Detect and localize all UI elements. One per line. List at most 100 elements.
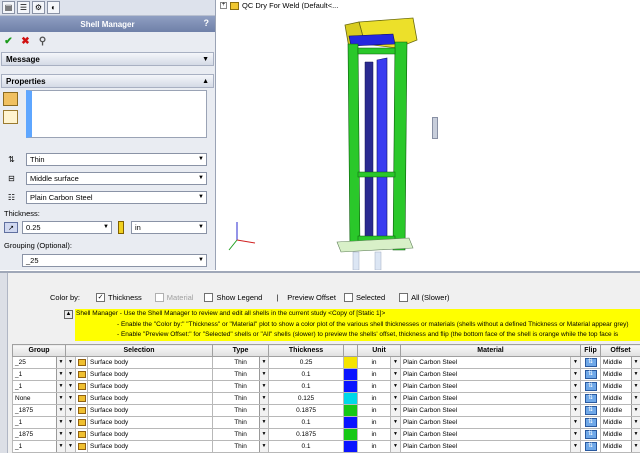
group-cell[interactable]: _1 ▼ (12, 368, 66, 381)
material-checkbox[interactable] (154, 292, 164, 302)
type-cell[interactable]: Thin ▼ (212, 428, 270, 441)
thickness-cell[interactable]: 0.1875 (268, 404, 345, 417)
show-legend-checkbox[interactable] (204, 292, 214, 302)
pushpin-icon[interactable]: ⚲ (37, 36, 48, 47)
material-cell[interactable]: Plain Carbon Steel (400, 368, 572, 381)
chevron-down-icon[interactable]: ▼ (66, 369, 75, 380)
collapse-chevron-icon[interactable]: ▲ (202, 78, 209, 85)
flip-icon[interactable]: ⇅ (584, 370, 597, 379)
unit-dropdown-cell[interactable]: ▼ (390, 392, 402, 405)
chevron-down-icon[interactable]: ▼ (198, 175, 204, 181)
selection-cell[interactable]: Surface body (86, 392, 214, 405)
chevron-down-icon[interactable]: ▼ (66, 405, 75, 416)
type-cell[interactable]: Thin ▼ (212, 440, 270, 453)
row-dropdown-cell[interactable]: ▼ (65, 416, 76, 429)
group-cell[interactable]: None ▼ (12, 392, 66, 405)
group-cell[interactable]: _1875 ▼ (12, 428, 66, 441)
flip-cell[interactable]: ⇅ (580, 428, 602, 441)
unit-cell[interactable]: in (357, 356, 392, 369)
chevron-down-icon[interactable]: ▼ (631, 381, 640, 392)
offset-cell[interactable]: Middle ▼ (600, 368, 640, 381)
graphics-area[interactable]: + QC Dry For Weld (Default<... (217, 0, 640, 270)
type-cell[interactable]: Thin ▼ (212, 392, 270, 405)
row-dropdown-cell[interactable]: ▼ (65, 392, 76, 405)
chevron-down-icon[interactable]: ▼ (391, 441, 400, 452)
chevron-down-icon[interactable]: ▼ (571, 381, 580, 392)
panel-splitter-handle[interactable] (432, 117, 438, 139)
chevron-down-icon[interactable]: ▼ (571, 369, 580, 380)
chevron-down-icon[interactable]: ▼ (631, 429, 640, 440)
chevron-down-icon[interactable]: ▼ (198, 224, 204, 230)
thickness-cell[interactable]: 0.1 (268, 440, 345, 453)
unit-cell[interactable]: in (357, 368, 392, 381)
material-dropdown-cell[interactable]: ▼ (570, 368, 582, 381)
selection-cell[interactable]: Surface body (86, 440, 214, 453)
flip-cell[interactable]: ⇅ (580, 416, 602, 429)
chevron-down-icon[interactable]: ▼ (56, 393, 65, 404)
chevron-down-icon[interactable]: ▼ (571, 405, 580, 416)
unit-dropdown-cell[interactable]: ▼ (390, 368, 402, 381)
flip-icon[interactable]: ⇅ (584, 394, 597, 403)
unit-dropdown-cell[interactable]: ▼ (390, 428, 402, 441)
material-dropdown-cell[interactable]: ▼ (570, 428, 582, 441)
chevron-down-icon[interactable]: ▼ (259, 393, 268, 404)
ruler-icon[interactable] (118, 221, 124, 234)
chevron-down-icon[interactable]: ▼ (56, 369, 65, 380)
offset-cell[interactable]: Middle ▼ (600, 428, 640, 441)
offset-cell[interactable]: Middle ▼ (600, 392, 640, 405)
group-cell[interactable]: _1 ▼ (12, 380, 66, 393)
column-header-offset[interactable]: Offset (600, 344, 640, 357)
material-dropdown-cell[interactable]: ▼ (570, 356, 582, 369)
chevron-down-icon[interactable]: ▼ (571, 417, 580, 428)
column-header-thickness[interactable]: Thickness (268, 344, 345, 357)
expand-plus-icon[interactable]: + (220, 2, 227, 9)
message-section-header[interactable]: Message ▼ (1, 52, 214, 66)
unit-cell[interactable]: in (357, 440, 392, 453)
row-dropdown-cell[interactable]: ▼ (65, 380, 76, 393)
material-cell[interactable]: Plain Carbon Steel (400, 416, 572, 429)
offset-cell[interactable]: Middle ▼ (600, 404, 640, 417)
chevron-down-icon[interactable]: ▼ (66, 441, 75, 452)
thickness-checkbox[interactable]: ✓ (96, 292, 106, 302)
unit-cell[interactable]: in (357, 416, 392, 429)
thickness-cell[interactable]: 0.1 (268, 416, 345, 429)
selection-cell[interactable]: Surface body (86, 380, 214, 393)
flip-cell[interactable]: ⇅ (580, 404, 602, 417)
unit-dropdown-cell[interactable]: ▼ (390, 416, 402, 429)
chevron-down-icon[interactable]: ▼ (391, 381, 400, 392)
chevron-down-icon[interactable]: ▼ (631, 357, 640, 368)
type-cell[interactable]: Thin ▼ (212, 368, 270, 381)
thickness-cell[interactable]: 0.125 (268, 392, 345, 405)
column-header-group[interactable]: Group (12, 344, 66, 357)
selection-cell[interactable]: Surface body (86, 416, 214, 429)
thickness-input[interactable]: 0.25 ▼ (22, 221, 112, 234)
thickness-cell[interactable]: 0.25 (268, 356, 345, 369)
unit-dropdown-cell[interactable]: ▼ (390, 404, 402, 417)
chevron-down-icon[interactable]: ▼ (56, 405, 65, 416)
flip-icon[interactable]: ⇅ (584, 418, 597, 427)
ok-check-icon[interactable]: ✔ (3, 36, 14, 47)
cancel-x-icon[interactable]: ✖ (20, 36, 31, 47)
selected-checkbox[interactable] (343, 292, 353, 302)
material-cell[interactable]: Plain Carbon Steel (400, 428, 572, 441)
chevron-down-icon[interactable]: ▼ (66, 393, 75, 404)
flip-icon[interactable]: ⇅ (584, 382, 597, 391)
thickness-cell[interactable]: 0.1 (268, 368, 345, 381)
table-row[interactable]: _1 ▼ ▼ Surface body Thin ▼ 0.1 in ▼ Plain Carbon … (12, 440, 640, 453)
flip-cell[interactable]: ⇅ (580, 440, 602, 453)
row-dropdown-cell[interactable]: ▼ (65, 428, 76, 441)
material-dropdown-cell[interactable]: ▼ (570, 404, 582, 417)
table-row[interactable]: _1 ▼ ▼ Surface body Thin ▼ 0.1 in ▼ Plain Carbon … (12, 368, 640, 381)
offset-select[interactable]: Middle surface ▼ (26, 172, 207, 185)
selection-cell[interactable]: Surface body (86, 368, 214, 381)
chevron-down-icon[interactable]: ▼ (198, 194, 204, 200)
material-select[interactable]: Plain Carbon Steel ▼ (26, 191, 207, 204)
chevron-down-icon[interactable]: ▼ (259, 429, 268, 440)
chevron-down-icon[interactable]: ▼ (66, 429, 75, 440)
edit-selection-icon[interactable] (3, 110, 18, 124)
row-dropdown-cell[interactable]: ▼ (65, 404, 76, 417)
offset-cell[interactable]: Middle ▼ (600, 380, 640, 393)
table-row[interactable]: _1 ▼ ▼ Surface body Thin ▼ 0.1 in ▼ Plain Carbon … (12, 416, 640, 429)
material-cell[interactable]: Plain Carbon Steel (400, 392, 572, 405)
all-checkbox[interactable] (399, 292, 409, 302)
